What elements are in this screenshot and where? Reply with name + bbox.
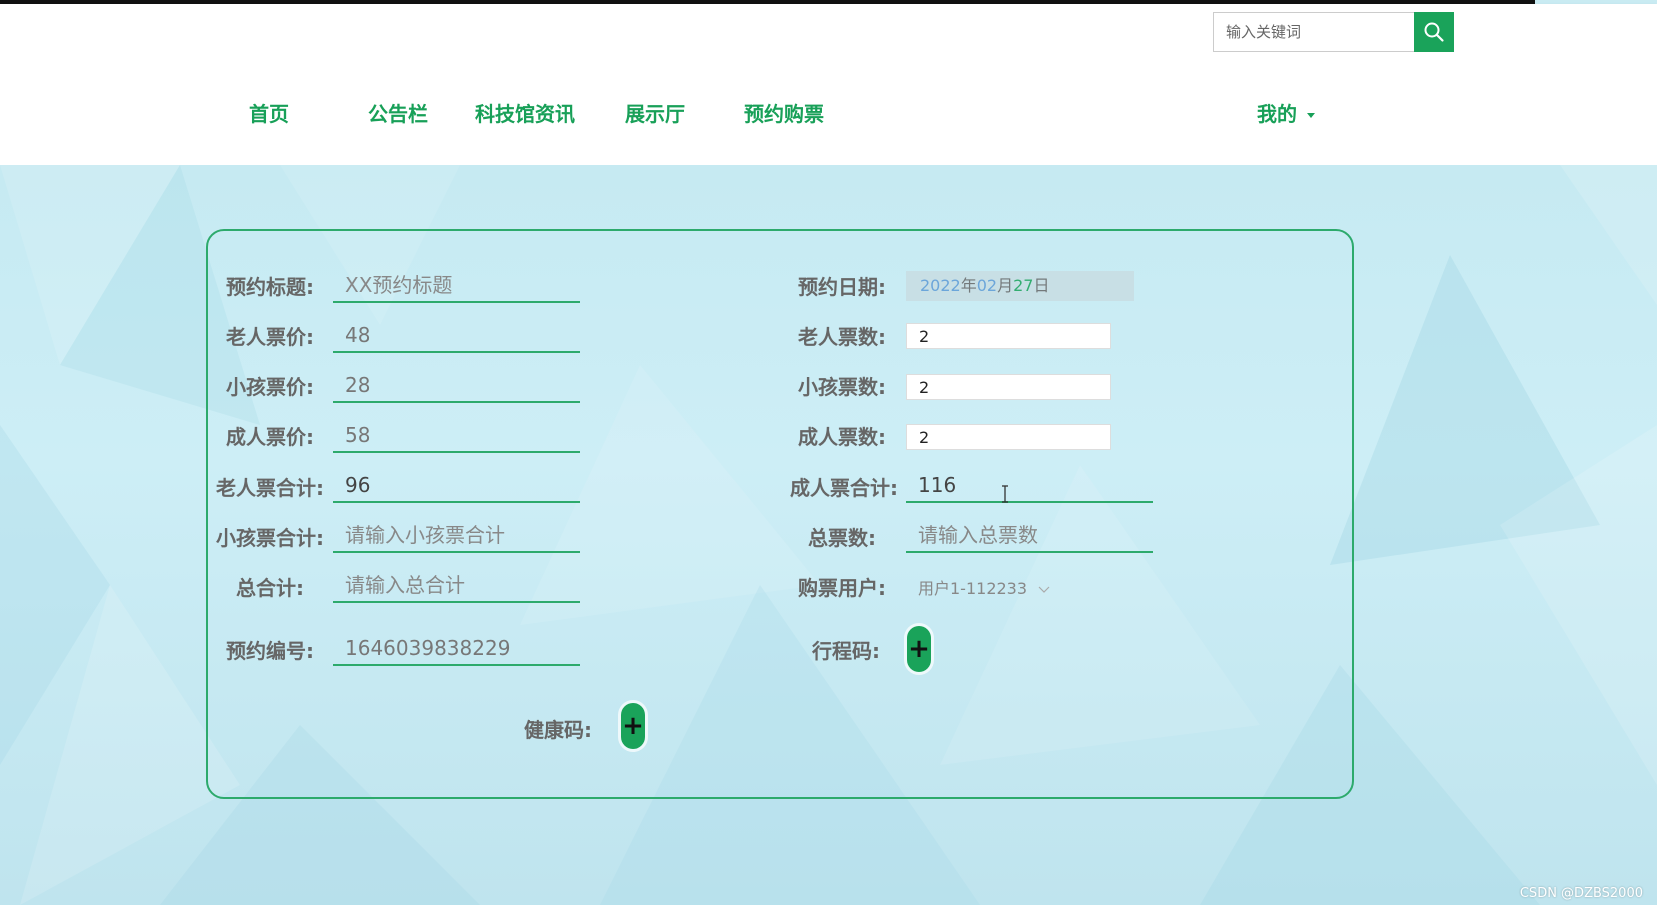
nav-hall[interactable]: 展示厅 [625, 100, 685, 128]
text-cursor-icon [1002, 485, 1008, 503]
nav-bulletin[interactable]: 公告栏 [368, 100, 428, 128]
user-label: 购票用户: [798, 576, 886, 600]
health-code-upload-button[interactable]: + [621, 703, 645, 749]
booking-no-label: 预约编号: [226, 639, 314, 663]
date-day: 27 [1013, 276, 1034, 295]
elder-price-input[interactable] [333, 319, 580, 353]
date-day-unit: 日 [1033, 276, 1050, 295]
adult-price-input[interactable] [333, 419, 580, 453]
elder-count-input[interactable] [906, 323, 1111, 349]
nav-news[interactable]: 科技馆资讯 [475, 100, 575, 128]
ticket-total-label: 总票数: [808, 526, 876, 550]
child-count-input[interactable] [906, 374, 1111, 400]
date-year: 2022 [920, 276, 961, 295]
chevron-down-icon [1038, 586, 1050, 593]
grand-total-input[interactable] [333, 569, 580, 603]
adult-count-label: 成人票数: [798, 425, 886, 449]
child-price-label: 小孩票价: [226, 375, 314, 399]
date-year-unit: 年 [960, 276, 977, 295]
caret-down-icon [1307, 113, 1315, 118]
plus-icon: + [622, 711, 644, 741]
date-picker[interactable]: 2022年02月27日 [906, 271, 1134, 301]
elder-total-input[interactable] [333, 469, 580, 503]
date-month-unit: 月 [997, 276, 1014, 295]
nav-home[interactable]: 首页 [249, 100, 289, 128]
booking-no-input[interactable] [333, 632, 580, 666]
health-code-label: 健康码: [524, 718, 592, 742]
grand-total-label: 总合计: [236, 576, 304, 600]
booking-form [206, 229, 1354, 799]
nav-booking[interactable]: 预约购票 [744, 100, 824, 128]
nav-mine-dropdown[interactable]: 我的 [1257, 100, 1315, 128]
user-select[interactable]: 用户1-112233 [906, 574, 1050, 604]
adult-price-label: 成人票价: [226, 425, 314, 449]
child-count-label: 小孩票数: [798, 375, 886, 399]
elder-count-label: 老人票数: [798, 325, 886, 349]
search-icon [1424, 22, 1444, 42]
header: 首页 公告栏 科技馆资讯 展示厅 预约购票 我的 [0, 4, 1657, 165]
search-button[interactable] [1414, 12, 1454, 52]
search-bar [1213, 12, 1454, 52]
trip-code-label: 行程码: [812, 639, 880, 663]
search-input[interactable] [1213, 12, 1414, 52]
child-total-input[interactable] [333, 519, 580, 553]
date-label: 预约日期: [798, 275, 886, 299]
title-input[interactable] [333, 269, 580, 303]
ticket-total-input[interactable] [906, 519, 1153, 553]
adult-total-label: 成人票合计: [790, 476, 898, 500]
adult-count-input[interactable] [906, 424, 1111, 450]
title-label: 预约标题: [226, 275, 314, 299]
trip-code-upload-button[interactable]: + [907, 626, 931, 672]
nav-mine-label: 我的 [1257, 102, 1297, 126]
elder-price-label: 老人票价: [226, 325, 314, 349]
child-price-input[interactable] [333, 369, 580, 403]
plus-icon: + [908, 634, 930, 664]
user-select-value: 用户1-112233 [918, 579, 1028, 598]
adult-total-input[interactable] [906, 469, 1153, 503]
child-total-label: 小孩票合计: [216, 526, 324, 550]
watermark: CSDN @DZBS2000 [1519, 886, 1643, 901]
elder-total-label: 老人票合计: [216, 476, 324, 500]
date-month: 02 [976, 276, 998, 295]
